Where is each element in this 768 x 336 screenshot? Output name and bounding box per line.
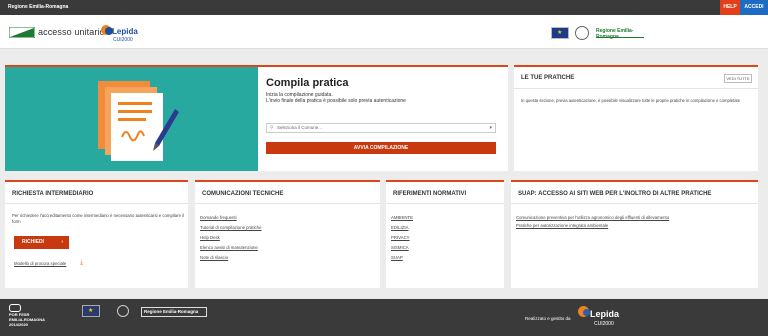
riferimenti-title: RIFERIMENTI NORMATIVI <box>393 191 467 197</box>
comune-select[interactable]: ⚲ Seleziona il Comune... ▾ <box>266 123 496 133</box>
brand-name[interactable]: accesso unitario <box>38 27 105 37</box>
link-tutorial[interactable]: Tutorial di compilazione pratiche <box>200 223 261 233</box>
eu-flag-icon <box>551 27 569 39</box>
site-header: accesso unitario Lepida CUI2000 Regione … <box>0 15 768 49</box>
link-suap[interactable]: SUAP <box>391 253 413 263</box>
login-button[interactable]: ACCEDI <box>740 0 768 15</box>
vedi-tutte-button[interactable]: VEDI TUTTE <box>724 74 752 83</box>
location-pin-icon: ⚲ <box>270 125 274 131</box>
link-domande-frequenti[interactable]: Domande frequenti <box>200 213 261 223</box>
richiedi-label: RICHIEDI <box>22 239 44 245</box>
richiesta-intermediario-card: RICHIESTA INTERMEDIARIO Per richiedere l… <box>5 180 188 288</box>
riferimenti-normativi-card: RIFERIMENTI NORMATIVI AMBIENTE EDILIZIA … <box>386 180 504 288</box>
region-label: Regione Emilia-Romagna <box>8 4 69 10</box>
suap-title: SUAP: ACCESSO AI SITI WEB PER L'INOLTRO … <box>518 191 712 197</box>
document-illustration <box>5 67 258 171</box>
divider <box>514 88 758 89</box>
intermediario-description: Per richiedere l'accreditamento come int… <box>12 213 185 224</box>
download-icon[interactable]: ⤓ <box>80 259 83 267</box>
compila-pratica-title: Compila pratica <box>266 77 349 89</box>
accesso-unitario-logo-icon <box>9 27 35 38</box>
link-sismica[interactable]: SISMICA <box>391 243 413 253</box>
avvia-compilazione-button[interactable]: AVVIA COMPILAZIONE <box>266 142 496 154</box>
comunicazioni-title: COMUNICAZIONI TECNICHE <box>202 191 284 197</box>
link-edilizia[interactable]: EDILIZIA <box>391 223 413 233</box>
realizzato-label: Realizzato e gestito da <box>525 316 571 321</box>
suap-card: SUAP: ACCESSO AI SITI WEB PER L'INOLTRO … <box>511 180 758 288</box>
tue-pratiche-title: LE TUE PRATICHE <box>521 75 575 81</box>
link-help-desk[interactable]: Help Desk <box>200 233 261 243</box>
divider <box>386 203 504 204</box>
italy-emblem-icon <box>117 305 129 317</box>
help-button[interactable]: HELP <box>720 0 740 15</box>
comunicazioni-tecniche-card: COMUNICAZIONI TECNICHE Domande frequenti… <box>195 180 380 288</box>
regione-logo: Regione Emilia-Romagna <box>596 28 644 40</box>
comune-select-placeholder: Seleziona il Comune... <box>277 125 323 130</box>
lepida-footer-logo: Lepida CUI2000 <box>578 306 624 330</box>
chevron-down-icon: ▾ <box>489 125 492 131</box>
link-note-rilascio[interactable]: Note di rilascio <box>200 253 261 263</box>
link-avvisi-manutenzione[interactable]: Elenco avvisi di manutenzione <box>200 243 261 253</box>
site-footer: POR FESR EMILIA-ROMAGNA 2014/2020 Region… <box>0 299 768 336</box>
link-ambiente[interactable]: AMBIENTE <box>391 213 413 223</box>
richiedi-button[interactable]: RICHIEDI › <box>14 236 69 249</box>
tue-pratiche-card: LE TUE PRATICHE VEDI TUTTE In questa sez… <box>514 65 758 171</box>
divider <box>5 203 188 204</box>
divider <box>511 203 758 204</box>
por-fesr-logo: POR FESR EMILIA-ROMAGNA 2014/2020 <box>9 304 45 327</box>
modello-procura-link[interactable]: Modello di procura speciale <box>14 261 66 266</box>
eu-flag-icon <box>82 305 100 317</box>
regione-footer-logo: Regione Emilia-Romagna <box>141 307 207 317</box>
lepida-logo: Lepida CUI2000 <box>99 23 138 45</box>
caret-right-icon: › <box>61 239 63 245</box>
link-privacy[interactable]: PRIVACY <box>391 233 413 243</box>
intermediario-title: RICHIESTA INTERMEDIARIO <box>12 191 94 197</box>
compila-pratica-card: Compila pratica Inizia la compilazione g… <box>5 65 508 171</box>
italy-emblem-icon <box>575 26 589 40</box>
compila-note: L'invio finale della pratica è possibile… <box>266 98 406 104</box>
tue-pratiche-description: In questa sezione, previa autenticazione… <box>521 98 741 103</box>
top-bar: Regione Emilia-Romagna HELP ACCEDI <box>0 0 768 15</box>
divider <box>195 203 380 204</box>
por-fesr-icon <box>9 304 21 312</box>
